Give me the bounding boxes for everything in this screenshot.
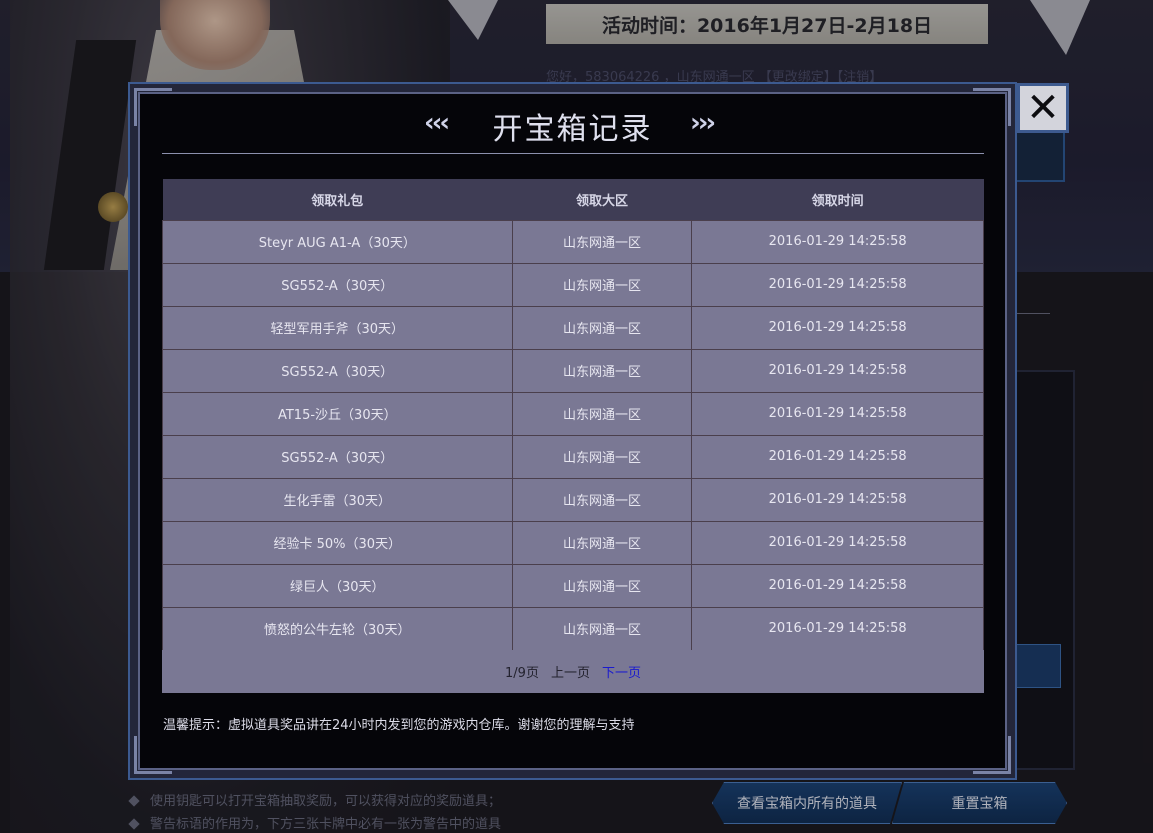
cell-time: 2016-01-29 14:25:58 — [691, 219, 984, 264]
frame-corner — [134, 736, 172, 774]
next-page-link[interactable]: 下一页 — [602, 662, 641, 681]
table-row: Steyr AUG A1-A（30天） 山东网通一区 2016-01-29 14:2… — [162, 219, 984, 264]
close-modal-button[interactable]: ✕ — [1017, 83, 1069, 133]
column-header-time: 领取时间 — [691, 179, 984, 220]
cell-package: AT15-沙丘（30天） — [162, 391, 513, 436]
page-indicator: 1/9页 — [505, 666, 539, 681]
cell-server: 山东网通一区 — [511, 262, 693, 307]
cell-server: 山东网通一区 — [511, 606, 693, 651]
cell-server: 山东网通一区 — [511, 219, 693, 264]
table-row: 经验卡 50%（30天） 山东网通一区 2016-01-29 14:25:58 — [162, 520, 984, 565]
modal-title: 开宝箱记录 — [492, 112, 653, 147]
cell-package: 轻型军用手斧（30天） — [162, 305, 513, 350]
cell-server: 山东网通一区 — [511, 434, 693, 479]
cell-time: 2016-01-29 14:25:58 — [691, 391, 984, 436]
cell-time: 2016-01-29 14:25:58 — [691, 305, 984, 350]
table-row: SG552-A（30天） 山东网通一区 2016-01-29 14:25:58 — [162, 434, 984, 479]
cell-package: 生化手雷（30天） — [162, 477, 513, 522]
table-row: SG552-A（30天） 山东网通一区 2016-01-29 14:25:58 — [162, 348, 984, 393]
cell-server: 山东网通一区 — [511, 477, 693, 522]
close-icon: ✕ — [1026, 85, 1060, 131]
cell-package: Steyr AUG A1-A（30天） — [162, 219, 513, 264]
pagination: 1/9页 上一页 下一页 — [162, 650, 984, 693]
frame-corner — [973, 736, 1011, 774]
cell-server: 山东网通一区 — [511, 305, 693, 350]
column-header-server: 领取大区 — [512, 179, 692, 220]
cell-time: 2016-01-29 14:25:58 — [691, 520, 984, 565]
table-row: 轻型军用手斧（30天） 山东网通一区 2016-01-29 14:25:58 — [162, 305, 984, 350]
cell-server: 山东网通一区 — [511, 520, 693, 565]
table-row: 生化手雷（30天） 山东网通一区 2016-01-29 14:25:58 — [162, 477, 984, 522]
cell-server: 山东网通一区 — [511, 348, 693, 393]
records-table: 领取礼包 领取大区 领取时间 Steyr AUG A1-A（30天） 山东网通一区… — [162, 179, 984, 651]
cell-time: 2016-01-29 14:25:58 — [691, 477, 984, 522]
cell-package: SG552-A（30天） — [162, 348, 513, 393]
table-row: AT15-沙丘（30天） 山东网通一区 2016-01-29 14:25:58 — [162, 391, 984, 436]
table-row: 绿巨人（30天） 山东网通一区 2016-01-29 14:25:58 — [162, 563, 984, 608]
cell-package: 愤怒的公牛左轮（30天） — [162, 606, 513, 651]
column-header-package: 领取礼包 — [162, 179, 513, 220]
title-divider — [162, 153, 984, 154]
cell-time: 2016-01-29 14:25:58 — [691, 606, 984, 651]
cell-server: 山东网通一区 — [511, 391, 693, 436]
table-header-row: 领取礼包 领取大区 领取时间 — [162, 179, 984, 220]
table-row: SG552-A（30天） 山东网通一区 2016-01-29 14:25:58 — [162, 262, 984, 307]
cell-package: SG552-A（30天） — [162, 262, 513, 307]
cell-package: 绿巨人（30天） — [162, 563, 513, 608]
cell-time: 2016-01-29 14:25:58 — [691, 262, 984, 307]
cell-time: 2016-01-29 14:25:58 — [691, 434, 984, 479]
table-row: 愤怒的公牛左轮（30天） 山东网通一区 2016-01-29 14:25:58 — [162, 606, 984, 651]
open-box-records-modal: ‹‹‹ 开宝箱记录 ››› 领取礼包 领取大区 领取时间 Steyr AUG A… — [128, 82, 1017, 780]
cell-time: 2016-01-29 14:25:58 — [691, 348, 984, 393]
cell-time: 2016-01-29 14:25:58 — [691, 563, 984, 608]
prev-page-link[interactable]: 上一页 — [551, 662, 590, 681]
chevrons-right-icon: ››› — [690, 108, 716, 138]
cell-package: 经验卡 50%（30天） — [162, 520, 513, 565]
delivery-tip: 温馨提示：虚拟道具奖品讲在24小时内发到您的游戏内仓库。谢谢您的理解与支持 — [163, 718, 635, 733]
cell-server: 山东网通一区 — [511, 563, 693, 608]
cell-package: SG552-A（30天） — [162, 434, 513, 479]
